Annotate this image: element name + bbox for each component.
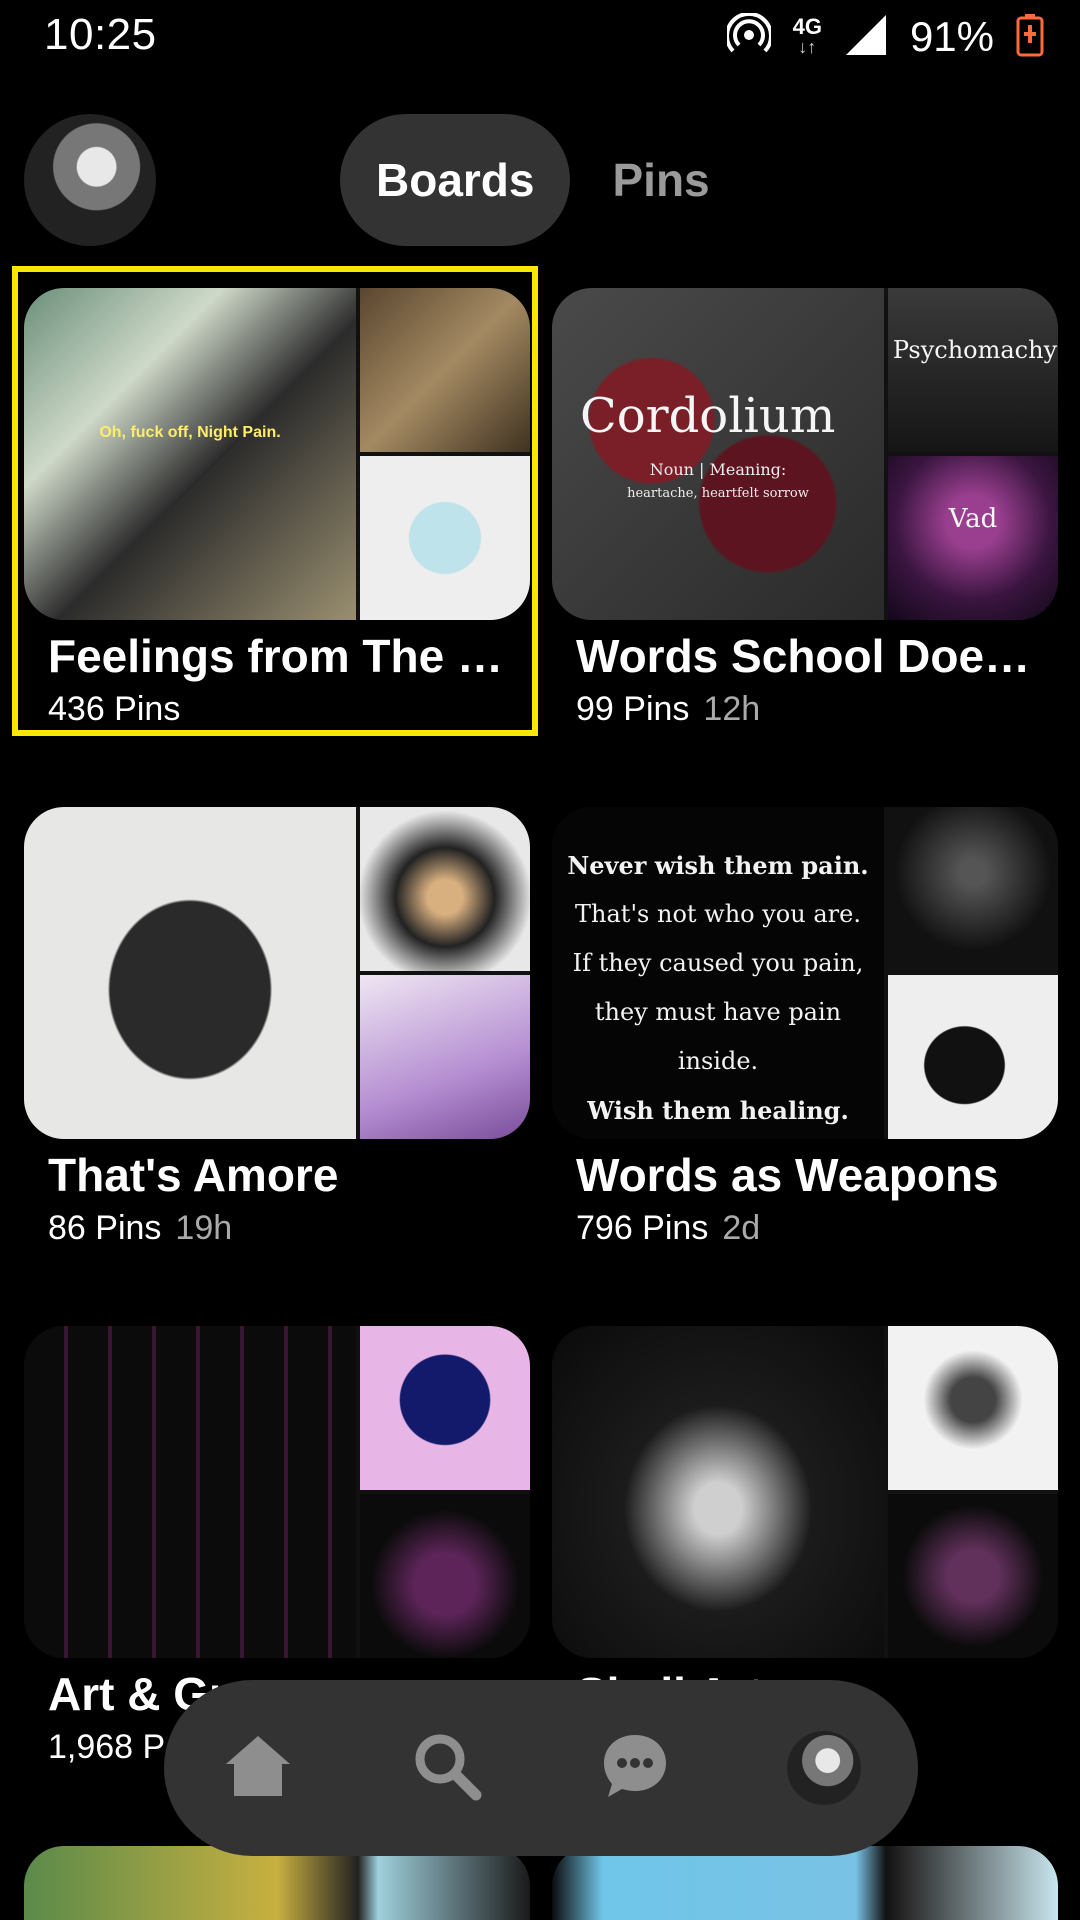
- messages-icon: [598, 1729, 672, 1808]
- cover-image-main: [24, 807, 356, 1139]
- cover-image-bottom: [360, 456, 530, 620]
- board-cover: [24, 807, 530, 1139]
- quote-line: they must have pain inside.: [594, 998, 842, 1075]
- cover-image-top: Psychomachy: [888, 288, 1058, 452]
- status-bar: 10:25 4G ↓↑ 91%: [0, 0, 1080, 72]
- profile-avatar: [786, 1731, 861, 1805]
- cover-image-main: [552, 1326, 884, 1658]
- board-meta: 796 Pins 2d: [552, 1205, 1058, 1251]
- cover-image-main: Never wish them pain. That's not who you…: [552, 807, 884, 1139]
- nav-home[interactable]: [198, 1708, 318, 1828]
- updated-time: 12h: [703, 690, 761, 728]
- board-cover: Oh, fuck off, Night Pain.: [24, 288, 530, 620]
- cover-image-top: [360, 807, 530, 971]
- board-cover: Never wish them pain. That's not who you…: [552, 807, 1058, 1139]
- cover-subtext: heartache, heartfelt sorrow: [627, 486, 809, 501]
- board-card[interactable]: Cordolium Noun | Meaning: heartache, hea…: [552, 288, 1058, 732]
- hotspot-icon: [724, 11, 773, 62]
- board-cover: [552, 1326, 1058, 1658]
- status-icons: 4G ↓↑ 91%: [724, 11, 1044, 62]
- board-meta: 99 Pins 12h: [552, 686, 1058, 732]
- nav-search[interactable]: [387, 1708, 507, 1828]
- battery-percent: 91%: [909, 13, 994, 60]
- board-card[interactable]: Skull Art: [552, 1326, 1058, 1724]
- cover-image-main: Cordolium Noun | Meaning: heartache, hea…: [552, 288, 884, 620]
- board-card-partial[interactable]: [552, 1846, 1058, 1920]
- board-meta: 436 Pins: [24, 686, 530, 732]
- cover-image-top: [360, 288, 530, 452]
- board-title: Feelings from The …: [48, 630, 503, 682]
- cover-image-top: [888, 1326, 1058, 1490]
- cover-subtext: Noun | Meaning:: [649, 460, 787, 479]
- board-cover: [24, 1326, 530, 1658]
- quote-line: Never wish them pain.: [567, 851, 869, 880]
- board-title: Words School Does…: [576, 630, 1046, 682]
- cover-small-text: Psychomachy: [892, 336, 1058, 364]
- updated-time: 2d: [722, 1209, 761, 1247]
- tab-boards[interactable]: Boards: [340, 114, 571, 246]
- pin-count: 86 Pins: [48, 1209, 162, 1247]
- cover-image-top: [360, 1326, 530, 1490]
- cover-image-bottom: Vad: [888, 456, 1058, 620]
- cover-image-bottom: [360, 975, 530, 1139]
- cover-image-main: Oh, fuck off, Night Pain.: [24, 288, 356, 620]
- board-meta: 86 Pins 19h: [24, 1205, 530, 1251]
- cover-image-top: [888, 807, 1058, 971]
- board-title: Words as Weapons: [576, 1149, 999, 1201]
- signal-icon: [844, 13, 888, 62]
- pin-count: 796 Pins: [576, 1209, 709, 1247]
- board-card-partial[interactable]: [24, 1846, 530, 1920]
- cover-image-main: [24, 1326, 356, 1658]
- quote-line: That's not who you are.: [575, 900, 861, 928]
- cover-caption: Oh, fuck off, Night Pain.: [99, 424, 281, 441]
- nav-messages[interactable]: [575, 1708, 695, 1828]
- battery-icon: [1016, 13, 1044, 62]
- search-icon: [410, 1729, 484, 1808]
- board-card[interactable]: Never wish them pain. That's not who you…: [552, 807, 1058, 1251]
- cover-title-text: Cordolium: [580, 388, 836, 444]
- board-title: That's Amore: [48, 1149, 339, 1201]
- pin-count: 99 Pins: [576, 690, 690, 728]
- tab-pins[interactable]: Pins: [570, 114, 745, 246]
- cover-image-bottom: [888, 1494, 1058, 1658]
- board-card[interactable]: That's Amore 86 Pins 19h: [24, 807, 530, 1251]
- updated-time: 19h: [175, 1209, 233, 1247]
- cover-quote: Never wish them pain. That's not who you…: [552, 841, 884, 1135]
- network-type: 4G ↓↑: [792, 14, 822, 58]
- pin-count: 436 Pins: [48, 690, 181, 728]
- board-cover: Cordolium Noun | Meaning: heartache, hea…: [552, 288, 1058, 620]
- quote-line: Wish them healing.: [587, 1096, 849, 1125]
- pin-count: 1,968 P: [48, 1728, 166, 1766]
- profile-avatar[interactable]: [24, 114, 156, 246]
- board-pin-tabs: Boards Pins: [340, 114, 746, 246]
- nav-profile[interactable]: [764, 1708, 884, 1828]
- home-icon: [222, 1730, 294, 1807]
- cover-image-bottom: [360, 1494, 530, 1658]
- cover-image-bottom: [888, 975, 1058, 1139]
- status-time: 10:25: [44, 10, 157, 59]
- cover-small-text: Vad: [948, 504, 998, 534]
- board-card[interactable]: Oh, fuck off, Night Pain. Feelings from …: [24, 288, 530, 732]
- bottom-navigation: [164, 1680, 918, 1856]
- quote-line: If they caused you pain,: [572, 949, 864, 977]
